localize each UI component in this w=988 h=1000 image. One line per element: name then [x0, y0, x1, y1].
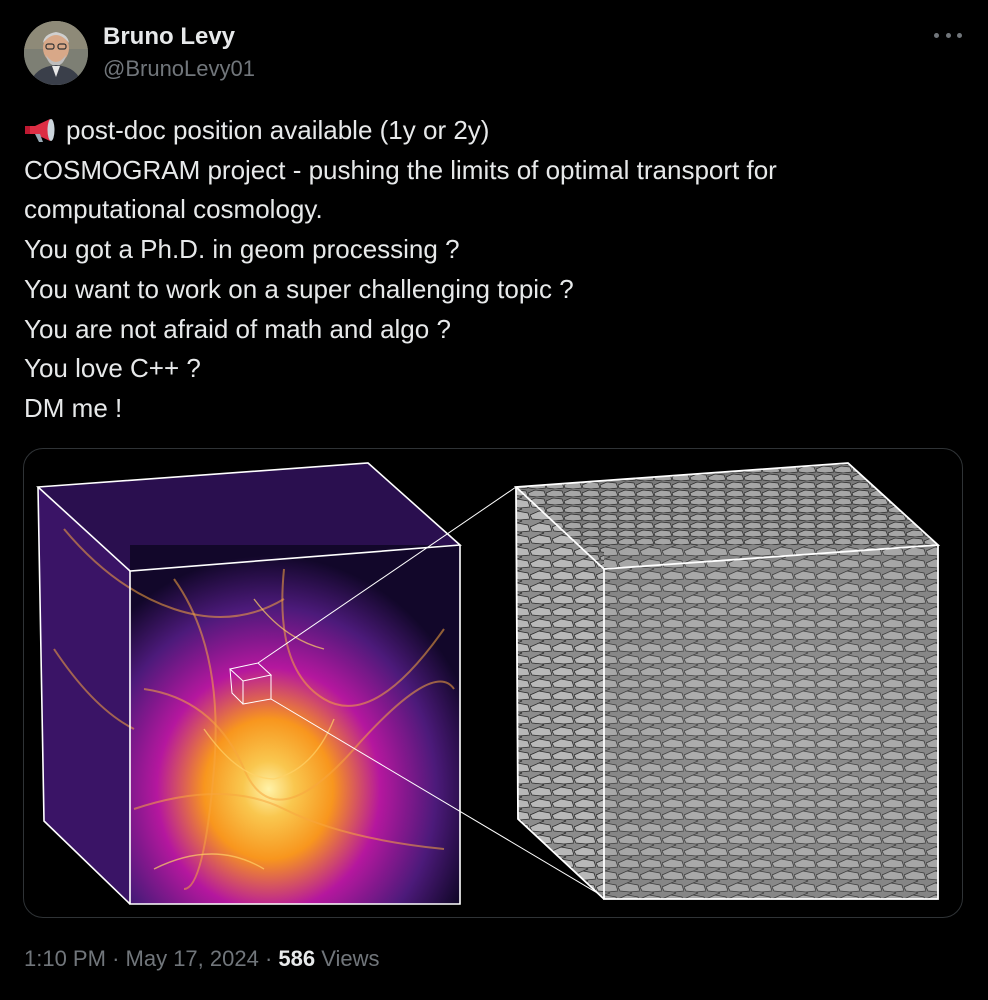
post-time[interactable]: 1:10 PM [24, 946, 106, 971]
post-meta: 1:10 PM · May 17, 2024 · 586 Views [24, 946, 380, 972]
views-label: Views [321, 946, 380, 971]
post-line-8: DM me ! [24, 392, 123, 423]
author-name[interactable]: Bruno Levy [103, 23, 235, 51]
post-media-image[interactable] [23, 448, 963, 918]
megaphone-icon [25, 119, 55, 142]
post-line-5: You want to work on a super challenging … [24, 273, 574, 304]
post-text: post-doc position available (1y or 2y) C… [24, 111, 964, 429]
post-line-7: You love C++ ? [24, 353, 201, 384]
post-line-1: post-doc position available (1y or 2y) [24, 111, 964, 151]
cosmic-web-cube [36, 462, 462, 905]
post-line-4: You got a Ph.D. in geom processing ? [24, 234, 460, 265]
post-line-2: COSMOGRAM project - pushing the limits o… [24, 154, 777, 185]
author-handle[interactable]: @BrunoLevy01 [103, 56, 255, 82]
polyhedral-cells-cube [513, 462, 941, 900]
post-date[interactable]: May 17, 2024 [126, 946, 259, 971]
views-count: 586 [278, 946, 316, 971]
post-line-1-text: post-doc position available (1y or 2y) [66, 115, 490, 145]
meta-separator: · [112, 946, 120, 971]
ellipsis-icon [934, 32, 939, 38]
post-line-3: computational cosmology. [24, 194, 323, 225]
author-avatar[interactable] [24, 21, 88, 85]
post-line-6: You are not afraid of math and algo ? [24, 313, 451, 344]
cosmology-figure [36, 462, 941, 905]
meta-separator: · [264, 946, 273, 971]
more-options-button[interactable] [934, 28, 962, 42]
